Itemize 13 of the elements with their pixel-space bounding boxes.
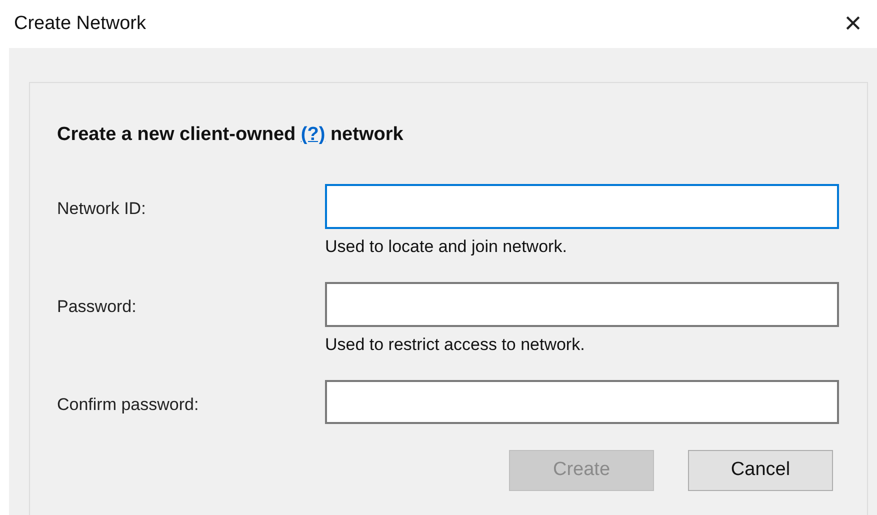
field-label: Network ID: (57, 198, 146, 218)
close-button[interactable]: × (835, 6, 871, 42)
hint-text: Used to locate and join network. (325, 236, 567, 258)
field-label: Confirm password: (57, 394, 199, 414)
window-title: Create Network (14, 12, 146, 36)
help-link[interactable]: (?) (300, 124, 326, 145)
input-field[interactable] (325, 282, 839, 326)
input-field[interactable] (325, 380, 839, 424)
field-label: Password: (57, 296, 136, 316)
input-field[interactable] (325, 184, 839, 228)
section-heading: Create a new client-owned (?) network (57, 123, 404, 147)
dialog-button[interactable]: Cancel (688, 450, 833, 490)
hint-text: Used to restrict access to network. (325, 334, 585, 356)
